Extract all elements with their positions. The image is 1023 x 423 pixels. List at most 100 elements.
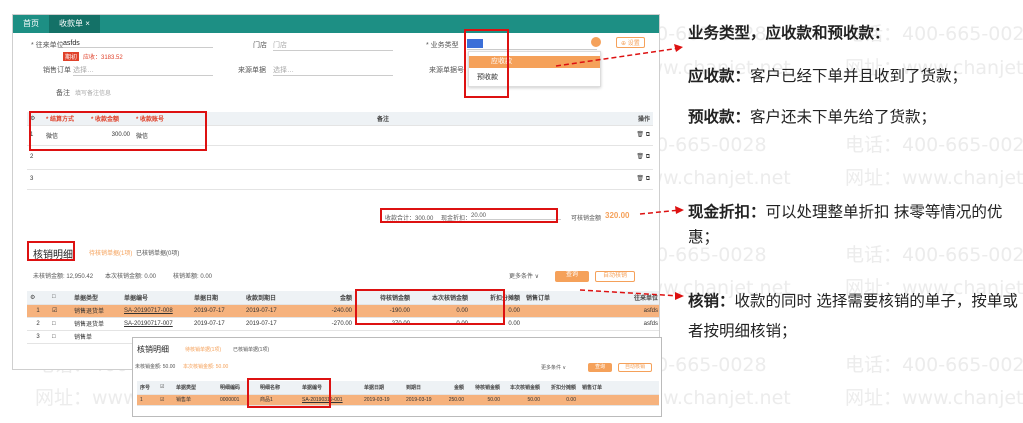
biz-type-label: * 业务类型 <box>426 42 459 49</box>
doc-type-cell: 销售退货单 <box>71 304 121 318</box>
source-doc-no-label: 来源单据号 <box>429 67 464 74</box>
sales-order-cell <box>523 317 603 331</box>
doc-type-cell: 销售单 <box>71 330 121 344</box>
remark-label: 备注 <box>56 90 70 97</box>
header-amount: 金额 <box>439 381 467 395</box>
remark-field[interactable]: 填写备注信息 <box>75 88 111 97</box>
row-checkbox[interactable]: ☑ <box>49 304 71 318</box>
header-customer: 往来单位 <box>603 291 659 305</box>
detail-more-conditions[interactable]: 更多条件 ∨ <box>541 364 566 371</box>
header-remark: 备注 <box>213 112 553 126</box>
highlight-verify-title <box>27 241 75 261</box>
this-verify-cell[interactable]: 50.00 <box>503 394 543 406</box>
detail-query-button[interactable]: 查询 <box>588 363 612 372</box>
customer-field[interactable]: asfds <box>63 40 213 48</box>
row-actions[interactable]: 🗑 ⧉ <box>553 125 653 146</box>
store-field[interactable]: 门店 <box>273 40 393 51</box>
amount-cell[interactable] <box>88 169 133 190</box>
doc-no-link[interactable]: SA-20190717-007 <box>121 317 191 331</box>
row-number: 3 <box>27 330 49 344</box>
note-receivable-term: 应收款： <box>688 68 751 85</box>
watermark: 网址：www.chanjet.net <box>845 387 1023 409</box>
header-doc-type: 单据类型 <box>71 291 121 305</box>
method-cell[interactable] <box>43 169 88 190</box>
sales-order-field[interactable]: 选择… <box>73 65 213 76</box>
tab-pending[interactable]: 待核销单据(1项) <box>89 248 132 257</box>
note-discount: 现金折扣：可以处理整单折扣 抹零等情况的优惠； <box>688 200 1013 250</box>
arrow-discount-head <box>675 206 684 214</box>
note-verify-text: 收款的同时 选择需要核销的单子，按单或者按明细核销； <box>688 293 1018 340</box>
highlight-discount <box>380 208 558 223</box>
remark-cell[interactable] <box>213 125 553 146</box>
settings-icon[interactable]: ⚙ <box>27 291 49 305</box>
highlight-biz-type <box>464 29 509 98</box>
pending-cell: 50.00 <box>467 394 503 406</box>
arrow-biz-type-head <box>674 44 683 52</box>
highlight-pay-columns <box>29 111 207 151</box>
row-actions[interactable]: 🗑 ⧉ <box>553 169 653 190</box>
row-checkbox[interactable]: □ <box>49 330 71 344</box>
doc-date-cell: 2019-07-17 <box>191 304 243 318</box>
table-header: ⚙ □ 单据类型 单据编号 单据日期 收款到期日 金额 待核销金额 本次核销金额… <box>27 291 659 305</box>
remark-cell[interactable] <box>213 145 553 170</box>
header-index: 序号 <box>137 381 157 395</box>
detail-this-verify: 本次核销金额: 50.00 <box>183 364 229 370</box>
auto-verify-button[interactable]: 自动核销 <box>595 271 635 282</box>
note-prepaid: 预收款：客户还未下单先给了货款； <box>688 105 936 130</box>
writeoff-label: 可核销金额 <box>571 216 602 222</box>
row-number: 3 <box>27 169 43 190</box>
header-sales-order: 销售订单 <box>523 291 603 305</box>
tab-home[interactable]: 首页 <box>13 15 49 33</box>
note-receivable: 应收款：客户已经下单并且收到了货款； <box>688 64 967 89</box>
header-this-verify: 本次核销金额 <box>503 381 543 395</box>
sales-order-cell <box>523 304 603 318</box>
sales-order-label: 销售订单 <box>43 67 71 74</box>
note-verify-term: 核销： <box>688 293 735 310</box>
more-conditions[interactable]: 更多条件 ∨ <box>509 271 539 280</box>
doc-type-cell: 销售退货单 <box>71 317 121 331</box>
remark-cell[interactable] <box>213 169 553 190</box>
table-row: 2 □ 销售退货单 SA-20190717-007 2019-07-17 201… <box>27 317 659 331</box>
doc-type-cell: 销售单 <box>173 394 217 406</box>
discount-share-cell[interactable]: 0.00 <box>543 394 579 406</box>
header-pending: 待核销金额 <box>467 381 503 395</box>
query-button[interactable]: 查询 <box>555 271 589 282</box>
store-label: 门店 <box>253 42 267 49</box>
row-checkbox[interactable]: □ <box>49 317 71 331</box>
detail-auto-button[interactable]: 自动核销 <box>618 363 652 372</box>
due-date-cell: 2019-07-17 <box>243 304 305 318</box>
due-date-cell: 2019-07-17 <box>243 317 305 331</box>
amount-cell: 250.00 <box>439 394 467 406</box>
amount-cell: -240.00 <box>305 304 355 318</box>
row-actions[interactable]: 🗑 ⧉ <box>553 145 653 170</box>
verify-diff: 核销差额: 0.00 <box>173 274 213 280</box>
note-prepaid-text: 客户还未下单先给了货款； <box>750 109 937 126</box>
tab-done[interactable]: 已核销单据(0项) <box>136 248 179 257</box>
table-header: 序号 ☑ 单据类型 明细编码 明细名称 单据编号 单据日期 到期日 金额 待核销… <box>137 381 659 395</box>
select-all-checkbox[interactable]: ☑ <box>157 381 173 395</box>
header-ops: 操作 <box>553 112 653 126</box>
doc-no-link[interactable]: SA-20190717-008 <box>121 304 191 318</box>
tab-bar: 首页 收款单 × <box>13 15 659 33</box>
detail-tab-done[interactable]: 已核销单据(1项) <box>233 346 269 353</box>
header-discount-share: 折扣分摊额 <box>543 381 579 395</box>
header-doc-date: 单据日期 <box>191 291 243 305</box>
header-doc-type: 单据类型 <box>173 381 217 395</box>
highlight-detail-columns <box>247 378 331 408</box>
tab-receipt[interactable]: 收款单 × <box>49 15 100 33</box>
header-due-date: 到期日 <box>403 381 439 395</box>
row-number: 2 <box>27 317 49 331</box>
detail-tab-pending[interactable]: 待核销单据(1项) <box>185 346 221 353</box>
clear-icon[interactable] <box>591 37 601 47</box>
customer-cell: asfds <box>603 304 659 318</box>
this-verify-amount: 本次核销金额: 0.00 <box>105 274 157 280</box>
table-row: 3 🗑 ⧉ <box>27 169 653 190</box>
select-all-checkbox[interactable]: □ <box>49 291 71 305</box>
settings-button[interactable]: ⊕ 设置 <box>616 37 645 48</box>
watermark: 电话：400-665-0028 <box>845 134 1023 156</box>
account-cell[interactable] <box>133 169 213 190</box>
detail-inset: 核销明细 待核销单据(1项) 已核销单据(1项) 未核销金额: 50.00 本次… <box>132 337 662 417</box>
row-checkbox[interactable]: ☑ <box>157 394 173 406</box>
customer-cell: asfds <box>603 317 659 331</box>
source-doc-field[interactable]: 选择… <box>273 65 393 76</box>
